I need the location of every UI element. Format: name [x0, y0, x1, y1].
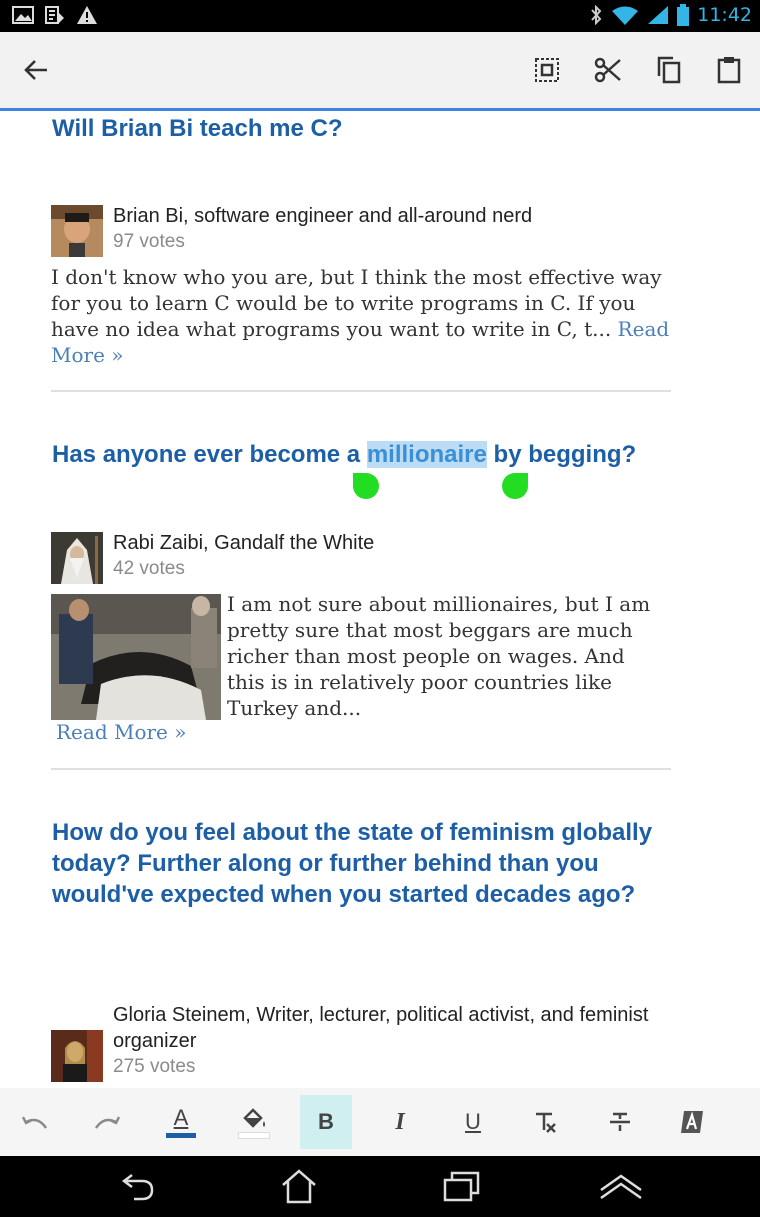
author-description: , Gandalf the White [203, 532, 375, 554]
read-more-link[interactable]: Read More » [56, 719, 187, 745]
underline-icon: U [465, 1109, 481, 1134]
paste-button[interactable] [713, 54, 745, 86]
author-name[interactable]: Rabi Zaibi [113, 532, 203, 554]
paint-bucket-icon [243, 1107, 265, 1128]
wifi-icon [612, 6, 639, 25]
author-name[interactable]: Gloria Steinem [113, 1004, 245, 1026]
action-bar [0, 32, 760, 111]
nav-back-icon [121, 1174, 154, 1201]
scissors-icon [594, 57, 621, 83]
signal-icon [648, 6, 669, 24]
author-name[interactable]: Brian Bi [113, 205, 183, 227]
nav-menu-button[interactable] [597, 1166, 645, 1206]
avatar [51, 1030, 103, 1082]
answer-excerpt: I am not sure about millionaires, but I … [227, 592, 651, 720]
chevron-up-icon [600, 1174, 642, 1200]
title-text-after: by begging? [486, 441, 637, 468]
question-title[interactable]: How do you feel about the state of femin… [52, 817, 682, 910]
recent-apps-icon [443, 1171, 480, 1202]
nav-back-button[interactable] [114, 1166, 162, 1206]
redo-button[interactable] [82, 1100, 134, 1144]
highlight-color-button[interactable] [228, 1100, 280, 1144]
cut-button[interactable] [592, 54, 624, 86]
storage-notification-icon [45, 6, 64, 24]
navigation-bar [0, 1156, 760, 1217]
answer-image [51, 594, 221, 720]
bold-icon: B [318, 1109, 334, 1134]
clear-format-button[interactable] [519, 1100, 571, 1144]
redo-icon [94, 1116, 121, 1129]
nav-recents-button[interactable] [438, 1166, 486, 1206]
title-text-before: Has anyone ever become a [52, 441, 367, 468]
divider [51, 390, 671, 392]
strikethrough-button[interactable] [594, 1100, 646, 1144]
underline-button[interactable]: U [447, 1100, 499, 1144]
bold-button[interactable]: B [300, 1095, 352, 1149]
battery-icon [677, 4, 690, 26]
select-all-icon [535, 58, 559, 82]
nav-home-button[interactable] [275, 1166, 323, 1206]
clipboard-icon [717, 57, 741, 84]
copy-button[interactable] [653, 54, 685, 86]
gallery-notification-icon [12, 6, 34, 24]
italic-icon: I [395, 1108, 405, 1135]
selection-start-handle[interactable] [353, 473, 379, 499]
back-button[interactable] [20, 54, 52, 86]
vote-count: 275 votes [113, 1056, 196, 1077]
selected-text[interactable]: millionaire [366, 441, 487, 468]
bluetooth-icon [591, 5, 602, 25]
avatar [51, 532, 103, 584]
author-line: Rabi Zaibi, Gandalf the White [113, 530, 374, 556]
text-style-icon [681, 1111, 703, 1133]
question-feed[interactable]: Will Brian Bi teach me C? Brian Bi, soft… [0, 111, 760, 1088]
select-all-button[interactable] [531, 54, 563, 86]
author-line: Brian Bi, software engineer and all-arou… [113, 203, 532, 229]
clock: 11:42 [697, 4, 752, 26]
selection-end-handle[interactable] [502, 473, 528, 499]
vote-count: 97 votes [113, 231, 185, 252]
avatar [51, 205, 103, 257]
text-color-swatch [166, 1133, 196, 1138]
question-title[interactable]: Has anyone ever become a millionaire by … [52, 439, 692, 470]
vote-count: 42 votes [113, 558, 185, 579]
highlight-color-swatch [238, 1131, 270, 1139]
arrow-left-icon [24, 60, 47, 80]
status-bar: 11:42 [0, 0, 760, 32]
text-color-button[interactable]: A [155, 1100, 207, 1144]
clear-format-icon [536, 1112, 556, 1133]
author-description: , software engineer and all-around nerd [183, 205, 533, 227]
undo-button[interactable] [8, 1100, 60, 1144]
divider [51, 768, 671, 770]
answer-excerpt: I don't know who you are, but I think th… [51, 265, 662, 341]
strikethrough-icon [610, 1112, 630, 1131]
undo-icon [21, 1116, 48, 1129]
question-title[interactable]: Will Brian Bi teach me C? [52, 113, 692, 144]
text-color-icon: A [173, 1105, 189, 1130]
author-line: Gloria Steinem, Writer, lecturer, politi… [113, 1002, 673, 1054]
warning-notification-icon [77, 6, 97, 24]
copy-icon [657, 56, 681, 84]
answer-text: I don't know who you are, but I think th… [51, 264, 671, 368]
home-icon [282, 1169, 316, 1204]
formatting-toolbar: A B I U [0, 1088, 760, 1156]
text-style-button[interactable] [666, 1100, 718, 1144]
italic-button[interactable]: I [374, 1100, 426, 1144]
